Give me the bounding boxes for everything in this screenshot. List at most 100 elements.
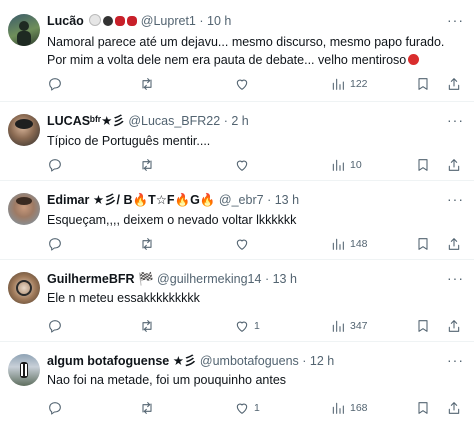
retweet-button[interactable] — [139, 74, 159, 94]
more-icon[interactable]: ··· — [447, 353, 464, 367]
tweet-text: Nao foi na metade, foi um pouquinho ante… — [47, 373, 287, 387]
bookmark-icon — [418, 402, 428, 414]
separator-dot: · — [264, 272, 270, 286]
boxing-glove-icon — [115, 16, 126, 26]
tweet[interactable]: LUCASᵇᶠʳ★彡 @Lucas_BFR22 · 2 h ··· Típico… — [0, 102, 474, 181]
more-icon[interactable]: ··· — [447, 13, 464, 27]
more-icon[interactable]: ··· — [447, 113, 464, 127]
bookmark-button[interactable] — [415, 234, 431, 254]
bookmark-button[interactable] — [415, 398, 431, 418]
reply-button[interactable] — [47, 398, 67, 418]
reply-button[interactable] — [47, 234, 67, 254]
display-name[interactable]: Lucão — [47, 14, 84, 28]
share-icon — [448, 78, 460, 90]
retweet-button[interactable] — [139, 155, 159, 175]
tweet-header: algum botafoguense ★彡 @umbotafoguens · 1… — [47, 353, 444, 370]
share-icon — [448, 159, 460, 171]
timestamp[interactable]: 10 h — [207, 14, 231, 28]
handle[interactable]: @_ebr7 — [219, 193, 264, 207]
avatar[interactable] — [8, 272, 40, 304]
more-icon[interactable]: ··· — [447, 192, 464, 206]
heart-icon — [236, 239, 248, 250]
share-button[interactable] — [446, 398, 462, 418]
share-icon — [448, 320, 460, 332]
black-circle-icon — [103, 16, 114, 26]
bookmark-button[interactable] — [415, 74, 431, 94]
reply-button[interactable] — [47, 316, 67, 336]
handle[interactable]: @guilhermeking14 — [157, 272, 261, 286]
timestamp[interactable]: 12 h — [310, 354, 334, 368]
views-button[interactable]: 347 — [330, 316, 368, 336]
tweet-header: GuilhermeBFR 🏁 @guilhermeking14 · 13 h — [47, 271, 444, 288]
share-button[interactable] — [446, 234, 462, 254]
avatar[interactable] — [8, 114, 40, 146]
tweet-actions: 1 168 — [47, 398, 462, 418]
display-name[interactable]: algum botafoguense ★彡 — [47, 354, 196, 368]
share-button[interactable] — [446, 74, 462, 94]
tweet-text-content: Namoral parece até um dejavu... mesmo di… — [47, 35, 445, 67]
retweet-button[interactable] — [139, 316, 159, 336]
tweet[interactable]: GuilhermeBFR 🏁 @guilhermeking14 · 13 h ·… — [0, 260, 474, 342]
share-button[interactable] — [446, 316, 462, 336]
like-count: 1 — [254, 320, 260, 332]
tweet-header: Lucão @Lupret1 · 10 h — [47, 13, 444, 30]
tweet-text: Namoral parece até um dejavu... mesmo di… — [47, 33, 460, 69]
bookmark-button[interactable] — [415, 155, 431, 175]
like-button[interactable] — [234, 234, 254, 254]
boxing-glove-icon — [127, 16, 138, 26]
tweet[interactable]: Lucão @Lupret1 · 10 h ··· Namoral parece… — [0, 0, 474, 102]
heart-icon — [236, 321, 248, 332]
reply-button[interactable] — [47, 155, 67, 175]
like-button[interactable] — [234, 74, 254, 94]
tweet-actions: 10 — [47, 155, 462, 175]
views-button[interactable]: 122 — [330, 74, 368, 94]
handle[interactable]: @Lucas_BFR22 — [128, 114, 220, 128]
handle[interactable]: @umbotafoguens — [200, 354, 299, 368]
views-icon — [332, 238, 344, 250]
avatar[interactable] — [8, 354, 40, 386]
reply-icon — [49, 159, 61, 172]
retweet-button[interactable] — [139, 398, 159, 418]
more-icon[interactable]: ··· — [447, 271, 464, 285]
bookmark-icon — [418, 78, 428, 90]
views-icon — [332, 320, 344, 332]
like-button[interactable]: 1 — [234, 316, 260, 336]
retweet-icon — [142, 238, 152, 250]
tweet-actions: 148 — [47, 234, 462, 254]
display-name[interactable]: LUCASᵇᶠʳ★彡 — [47, 114, 125, 128]
display-name[interactable]: GuilhermeBFR 🏁 — [47, 272, 154, 286]
separator-dot: · — [267, 193, 272, 207]
reply-icon — [49, 238, 61, 251]
bookmark-icon — [418, 320, 428, 332]
retweet-icon — [142, 402, 152, 414]
avatar[interactable] — [8, 193, 40, 225]
retweet-button[interactable] — [139, 234, 159, 254]
heart-icon — [236, 160, 248, 171]
display-name[interactable]: Edimar ★彡/ B🔥T☆F🔥G🔥 — [47, 193, 215, 207]
reply-button[interactable] — [47, 74, 67, 94]
tweet-header: LUCASᵇᶠʳ★彡 @Lucas_BFR22 · 2 h — [47, 113, 444, 130]
bookmark-button[interactable] — [415, 316, 431, 336]
timestamp[interactable]: 13 h — [273, 272, 297, 286]
heart-icon — [236, 403, 248, 414]
views-icon — [332, 78, 344, 90]
separator-dot: · — [199, 14, 204, 28]
avatar[interactable] — [8, 14, 40, 46]
timestamp[interactable]: 2 h — [231, 114, 248, 128]
bookmark-icon — [418, 159, 428, 171]
tweet[interactable]: algum botafoguense ★彡 @umbotafoguens · 1… — [0, 342, 474, 424]
views-button[interactable]: 148 — [330, 234, 368, 254]
like-button[interactable]: 1 — [234, 398, 260, 418]
view-count: 347 — [350, 320, 368, 332]
views-button[interactable]: 10 — [330, 155, 362, 175]
views-button[interactable]: 168 — [330, 398, 368, 418]
like-button[interactable] — [234, 155, 254, 175]
tweet[interactable]: Edimar ★彡/ B🔥T☆F🔥G🔥 @_ebr7 · 13 h ··· Es… — [0, 181, 474, 260]
view-count: 168 — [350, 402, 368, 414]
timestamp[interactable]: 13 h — [275, 193, 299, 207]
view-count: 148 — [350, 238, 368, 250]
share-button[interactable] — [446, 155, 462, 175]
reply-feed: Lucão @Lupret1 · 10 h ··· Namoral parece… — [0, 0, 474, 424]
tweet-header: Edimar ★彡/ B🔥T☆F🔥G🔥 @_ebr7 · 13 h — [47, 192, 444, 209]
handle[interactable]: @Lupret1 — [141, 14, 196, 28]
